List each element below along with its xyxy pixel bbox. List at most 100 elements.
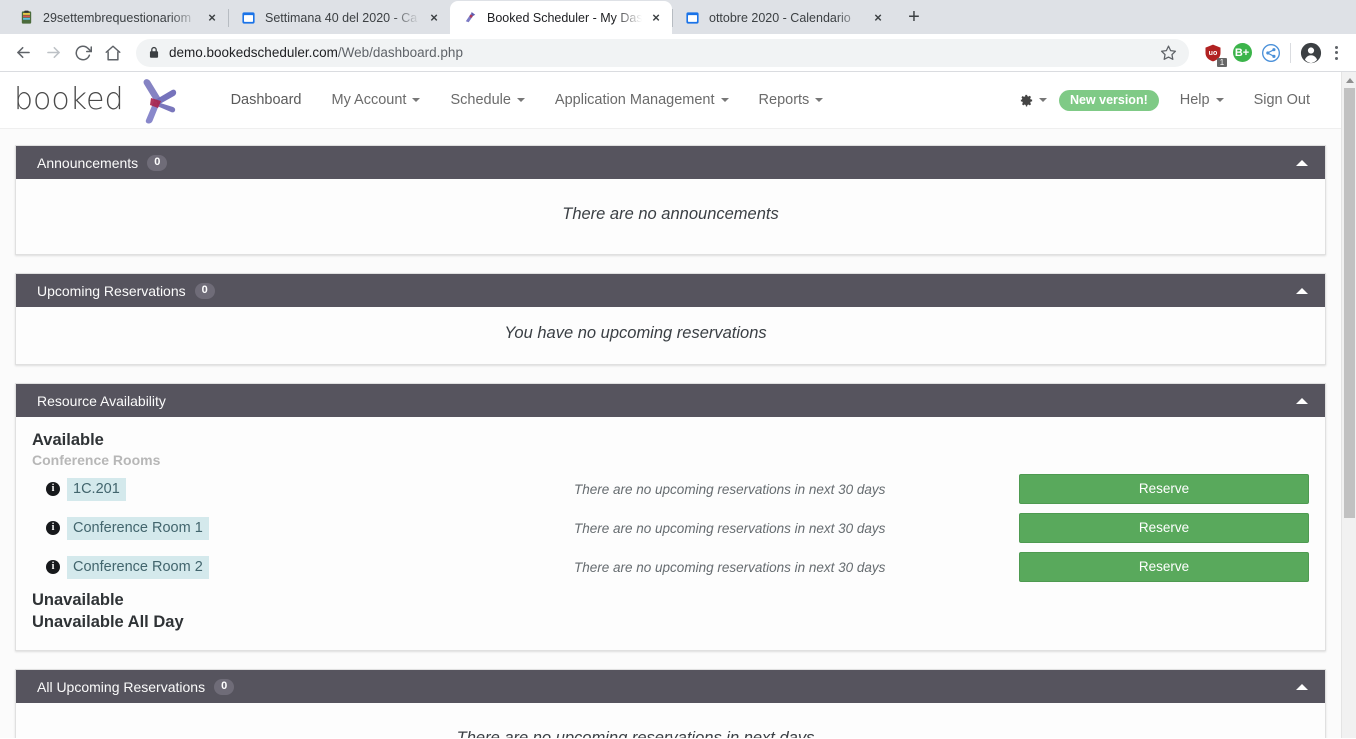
- browser-tab-1[interactable]: 29settembrequestionariom ×: [6, 1, 228, 34]
- resource-availability-note: There are no upcoming reservations in ne…: [574, 559, 886, 575]
- dashboard-content: Announcements 0 There are no announcemen…: [0, 129, 1341, 738]
- new-version-badge[interactable]: New version!: [1058, 89, 1159, 111]
- url-domain-text: demo.bookedscheduler.com: [169, 45, 338, 60]
- ublock-badge-count: 1: [1217, 57, 1227, 67]
- info-icon[interactable]: i: [46, 521, 60, 535]
- browser-toolbar: demo.bookedscheduler.com/Web/dashboard.p…: [0, 34, 1356, 72]
- logo-text: booked: [14, 82, 124, 117]
- nav-item-label: Help: [1179, 92, 1210, 108]
- upcoming-reservations-empty-text: You have no upcoming reservations: [504, 324, 767, 342]
- resource-group-label: Conference Rooms: [32, 452, 161, 468]
- nav-item-label: Reports: [758, 92, 810, 108]
- announcements-panel-header[interactable]: Announcements 0: [16, 146, 1325, 179]
- chevron-up-icon[interactable]: [1292, 391, 1312, 411]
- browser-tab-close-icon[interactable]: ×: [204, 10, 220, 26]
- panel-title: Upcoming Reservations: [37, 282, 186, 299]
- unavailable-heading: Unavailable: [32, 591, 124, 609]
- chevron-down-icon: [1038, 98, 1047, 102]
- page-viewport: booked Dashboard My Account Schedule App…: [0, 72, 1356, 738]
- all-upcoming-reservations-panel: All Upcoming Reservations 0 There are no…: [15, 669, 1326, 738]
- svg-text:uo: uo: [1209, 49, 1218, 57]
- info-icon[interactable]: i: [46, 482, 60, 496]
- nav-item-label: My Account: [331, 92, 407, 108]
- resource-name[interactable]: Conference Room 2: [67, 555, 209, 579]
- home-icon[interactable]: [98, 38, 128, 68]
- all-upcoming-reservations-panel-header[interactable]: All Upcoming Reservations 0: [16, 670, 1325, 703]
- chevron-down-icon: [1215, 98, 1224, 102]
- reserve-button[interactable]: Reserve: [1019, 474, 1309, 504]
- resource-availability-note: There are no upcoming reservations in ne…: [574, 481, 886, 497]
- unavailable-all-day-heading: Unavailable All Day: [32, 613, 184, 631]
- announcements-panel-body: There are no announcements: [16, 179, 1325, 254]
- all-upcoming-reservations-empty-text: There are no upcoming reservations in ne…: [456, 729, 815, 738]
- browser-window: 29settembrequestionariom × Settimana 40 …: [0, 0, 1356, 739]
- chevron-down-icon: [815, 98, 824, 102]
- browser-tab-4[interactable]: ottobre 2020 - Calendario ×: [672, 1, 894, 34]
- address-bar[interactable]: demo.bookedscheduler.com/Web/dashboard.p…: [136, 38, 1189, 67]
- scrollbar-up-button[interactable]: [1342, 72, 1356, 88]
- browser-tab-3[interactable]: Booked Scheduler - My Das ×: [450, 1, 672, 34]
- announcements-empty-text: There are no announcements: [562, 205, 779, 223]
- upcoming-reservations-panel-header[interactable]: Upcoming Reservations 0: [16, 274, 1325, 307]
- resource-availability-note: There are no upcoming reservations in ne…: [574, 520, 886, 536]
- browser-tab-close-icon[interactable]: ×: [426, 10, 442, 26]
- new-tab-button[interactable]: +: [900, 3, 928, 31]
- panel-title: Announcements: [37, 154, 139, 171]
- resource-row: i 1C.201 There are no upcoming reservati…: [32, 474, 1309, 504]
- browser-tab-close-icon[interactable]: ×: [648, 10, 664, 26]
- account-avatar-icon[interactable]: [1298, 40, 1324, 66]
- browser-tab-close-icon[interactable]: ×: [870, 10, 886, 26]
- forward-arrow-icon: [38, 38, 68, 68]
- panel-title: Resource Availability: [37, 392, 166, 409]
- resource-name[interactable]: Conference Room 1: [67, 516, 209, 540]
- resource-name[interactable]: 1C.201: [67, 477, 126, 501]
- upcoming-reservations-panel: Upcoming Reservations 0 You have no upco…: [15, 273, 1326, 365]
- upcoming-reservations-panel-body: You have no upcoming reservations: [16, 307, 1325, 364]
- all-upcoming-reservations-body: There are no upcoming reservations in ne…: [16, 703, 1325, 738]
- clipboard-icon: [18, 10, 34, 26]
- booked-butterfly-logo-icon: [128, 76, 182, 124]
- browser-tab-title: 29settembrequestionariom: [43, 10, 191, 25]
- ublock-origin-icon[interactable]: uo 1: [1201, 41, 1227, 67]
- resource-availability-body: Available Conference Rooms i 1C.201 Ther…: [16, 417, 1325, 650]
- sign-out-label: Sign Out: [1253, 92, 1310, 108]
- scrollbar-thumb[interactable]: [1344, 88, 1355, 518]
- resource-row: i Conference Room 2 There are no upcomin…: [32, 552, 1309, 582]
- share-extension-icon[interactable]: [1259, 41, 1283, 65]
- available-heading: Available: [32, 431, 104, 449]
- browser-tab-title: ottobre 2020 - Calendario: [709, 10, 851, 25]
- gear-icon[interactable]: [1019, 93, 1051, 108]
- chevron-up-icon[interactable]: [1292, 281, 1312, 301]
- chevron-down-icon: [720, 98, 729, 102]
- browser-tab-title: Booked Scheduler - My Das: [487, 10, 642, 25]
- nav-item-dashboard[interactable]: Dashboard: [216, 84, 317, 116]
- star-icon[interactable]: [1160, 44, 1177, 61]
- kebab-menu-icon[interactable]: [1324, 45, 1348, 60]
- reserve-button[interactable]: Reserve: [1019, 552, 1309, 582]
- app-logo[interactable]: booked: [14, 76, 182, 124]
- resource-row: i Conference Room 1 There are no upcomin…: [32, 513, 1309, 543]
- booked-icon: [462, 10, 478, 26]
- browser-tabstrip: 29settembrequestionariom × Settimana 40 …: [0, 0, 1356, 34]
- browser-tab-2[interactable]: Settimana 40 del 2020 - Ca ×: [228, 1, 450, 34]
- resource-availability-panel-header[interactable]: Resource Availability: [16, 384, 1325, 417]
- nav-item-schedule[interactable]: Schedule: [435, 84, 539, 116]
- back-arrow-icon[interactable]: [8, 38, 38, 68]
- panel-title: All Upcoming Reservations: [37, 678, 206, 695]
- reserve-button[interactable]: Reserve: [1019, 513, 1309, 543]
- app-header: booked Dashboard My Account Schedule App…: [0, 72, 1341, 129]
- page-scrollbar[interactable]: [1341, 72, 1356, 738]
- app-nav-right: New version! Help Sign Out: [1019, 84, 1325, 116]
- chevron-up-icon[interactable]: [1292, 677, 1312, 697]
- reload-icon[interactable]: [68, 38, 98, 68]
- nav-item-my-account[interactable]: My Account: [317, 84, 436, 116]
- info-icon[interactable]: i: [46, 560, 60, 574]
- sign-out-button[interactable]: Sign Out: [1239, 84, 1325, 116]
- chevron-up-icon[interactable]: [1292, 153, 1312, 173]
- calendar-icon: [240, 10, 256, 26]
- booked-scheduler-page: booked Dashboard My Account Schedule App…: [0, 72, 1341, 738]
- nav-item-reports[interactable]: Reports: [744, 84, 839, 116]
- nav-item-application-management[interactable]: Application Management: [540, 84, 744, 116]
- b-plus-extension-icon[interactable]: B+: [1230, 41, 1254, 65]
- nav-item-help[interactable]: Help: [1165, 84, 1239, 116]
